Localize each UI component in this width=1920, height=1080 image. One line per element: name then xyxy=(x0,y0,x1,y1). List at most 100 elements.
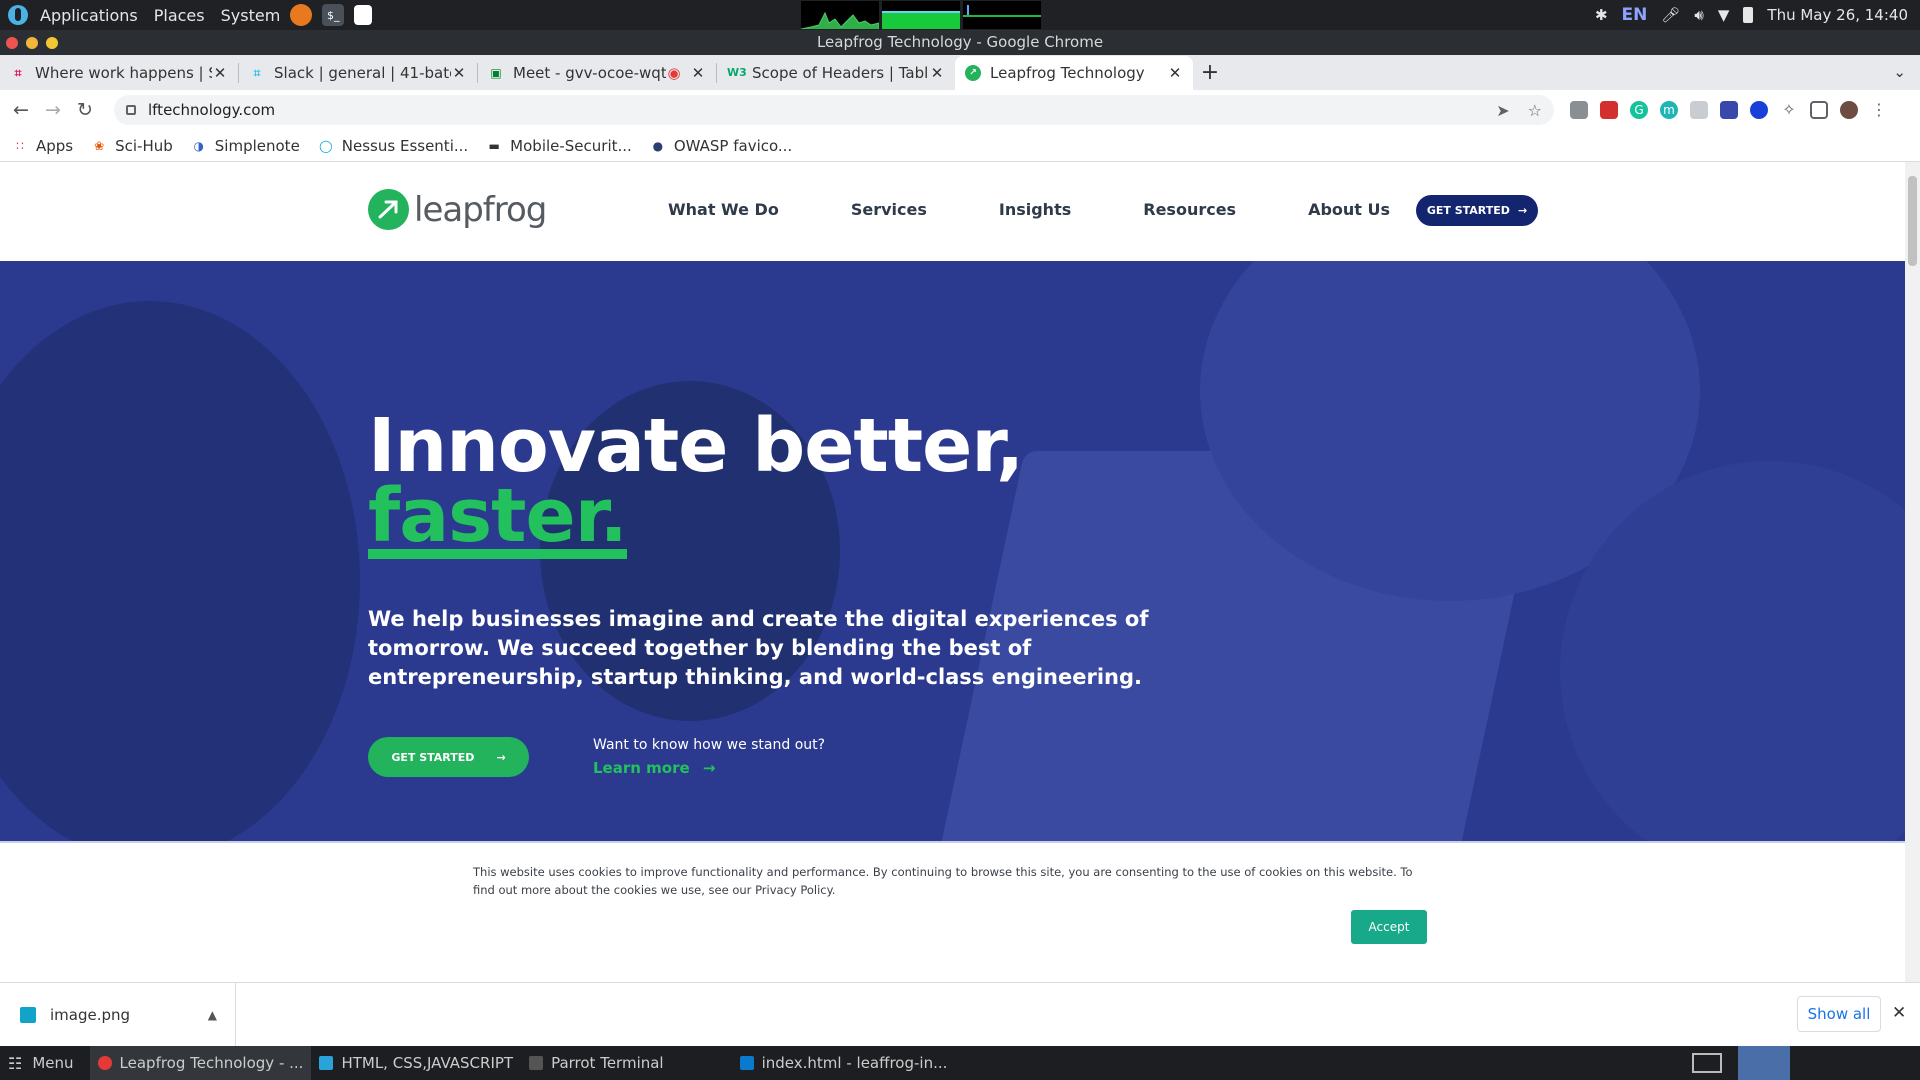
nav-resources[interactable]: Resources xyxy=(1143,200,1236,219)
bookmark-nessus[interactable]: ◯ Nessus Essenti... xyxy=(318,137,468,155)
reload-icon[interactable]: ↻ xyxy=(70,95,100,125)
learn-more-link[interactable]: Learn more → xyxy=(593,759,825,777)
window-title: Leapfrog Technology - Google Chrome xyxy=(816,33,1104,51)
extension-icon[interactable] xyxy=(1600,101,1618,119)
workspace-switcher-icon[interactable] xyxy=(1692,1053,1722,1073)
chrome-tray-icon[interactable] xyxy=(1738,1046,1790,1080)
taskbar-item-terminal[interactable]: Parrot Terminal xyxy=(521,1046,672,1080)
forward-icon[interactable]: → xyxy=(38,95,68,125)
logo-wordmark: leapfrog xyxy=(414,189,547,230)
taskbar-item-folder[interactable]: HTML, CSS,JAVASCRIPT xyxy=(311,1046,521,1080)
os-top-panel: Applications Places System $_ ✱ EN 🎤︎ 🔊︎… xyxy=(0,0,1920,30)
url-text[interactable]: lftechnology.com xyxy=(148,101,275,119)
microphone-icon[interactable]: 🎤︎ xyxy=(1661,6,1680,24)
back-icon[interactable]: ← xyxy=(6,95,36,125)
scrollbar-thumb[interactable] xyxy=(1908,176,1917,266)
close-tab-icon[interactable]: ✕ xyxy=(690,64,706,82)
arrow-right-icon: → xyxy=(496,750,506,764)
profile-avatar[interactable] xyxy=(1840,101,1858,119)
os-status-area: ✱ EN 🎤︎ 🔊︎ ▼ Thu May 26, 14:40 xyxy=(1595,0,1908,30)
nav-what-we-do[interactable]: What We Do xyxy=(668,200,779,219)
menu-kebab-icon[interactable]: ⋮ xyxy=(1870,101,1888,119)
vscode-icon xyxy=(739,1056,754,1070)
hero-description: We help businesses imagine and create th… xyxy=(368,607,1149,689)
bookmark-mobsf[interactable]: ▬ Mobile-Securit... xyxy=(486,137,632,155)
nav-insights[interactable]: Insights xyxy=(999,200,1071,219)
send-tab-icon[interactable]: ➤ xyxy=(1496,101,1509,120)
text-editor-launcher-icon[interactable] xyxy=(354,5,373,25)
hero-title-accent: faster. xyxy=(368,473,628,559)
header-get-started-button[interactable]: GET STARTED → xyxy=(1416,195,1538,226)
parrot-logo-icon[interactable] xyxy=(8,5,28,25)
bookmark-apps[interactable]: ∷ Apps xyxy=(12,137,73,155)
tab-leapfrog[interactable]: ↗ Leapfrog Technology ✕ xyxy=(955,56,1193,90)
new-tab-button[interactable]: + xyxy=(1193,56,1227,90)
download-item[interactable]: image.png ▲ xyxy=(0,983,236,1047)
lock-icon[interactable] xyxy=(126,105,136,115)
taskbar-item-chrome[interactable]: Leapfrog Technology - ... xyxy=(89,1046,312,1080)
page-viewport: leapfrog What We Do Services Insights Re… xyxy=(0,162,1920,982)
extension-icon[interactable]: m xyxy=(1660,101,1678,119)
close-tab-icon[interactable]: ✕ xyxy=(212,64,228,82)
chevron-up-icon[interactable]: ▲ xyxy=(208,1008,217,1022)
start-menu-button[interactable]: ☷ Menu xyxy=(0,1046,82,1080)
leapfrog-logo[interactable]: leapfrog xyxy=(368,189,547,230)
system-menu[interactable]: System xyxy=(221,6,281,25)
extension-icon[interactable] xyxy=(1690,101,1708,119)
extension-icon[interactable] xyxy=(1720,101,1738,119)
close-tab-icon[interactable]: ✕ xyxy=(929,64,945,82)
extensions-puzzle-icon[interactable]: ✧ xyxy=(1780,101,1798,119)
browser-toolbar: ← → ↻ lftechnology.com ➤ ☆ G m ✧ ⋮ xyxy=(0,90,1920,130)
terminal-launcher-icon[interactable]: $_ xyxy=(322,4,345,26)
firefox-launcher-icon[interactable] xyxy=(290,4,313,26)
arrow-right-icon: → xyxy=(1517,204,1528,217)
tab-search-chevron-icon[interactable]: ⌄ xyxy=(1893,63,1906,81)
volume-icon[interactable]: 🔊︎ xyxy=(1694,6,1703,24)
site-header: leapfrog What We Do Services Insights Re… xyxy=(0,162,1905,261)
bookmark-star-icon[interactable]: ☆ xyxy=(1528,101,1542,120)
bluetooth-icon[interactable]: ✱ xyxy=(1595,6,1608,24)
owasp-icon: ● xyxy=(652,138,664,153)
taskbar-item-vscode[interactable]: index.html - leaffrog-in... xyxy=(732,1046,956,1080)
wifi-icon[interactable]: ▼ xyxy=(1718,6,1730,24)
side-panel-icon[interactable] xyxy=(1810,101,1828,119)
bookmark-owasp[interactable]: ● OWASP favico... xyxy=(650,137,793,155)
close-icon[interactable]: ✕ xyxy=(1892,1003,1906,1023)
places-menu[interactable]: Places xyxy=(154,6,205,25)
tab-w3schools[interactable]: W3 Scope of Headers | Tables ✕ xyxy=(717,56,955,90)
minimize-window-icon[interactable] xyxy=(26,37,38,49)
extension-icon[interactable] xyxy=(1570,101,1588,119)
battery-icon[interactable] xyxy=(1743,7,1754,23)
tab-slack-home[interactable]: ⌗ Where work happens | Sla ✕ xyxy=(0,56,238,90)
clock[interactable]: Thu May 26, 14:40 xyxy=(1767,6,1908,24)
nav-about-us[interactable]: About Us xyxy=(1308,200,1390,219)
meet-icon: ▣ xyxy=(490,66,502,80)
applications-menu[interactable]: Applications xyxy=(40,6,138,25)
cpu-graph xyxy=(801,1,879,29)
hero-get-started-button[interactable]: GET STARTED → xyxy=(368,737,529,777)
memory-graph xyxy=(882,1,960,29)
hero-photo-shape xyxy=(0,301,360,841)
stand-out-text: Want to know how we stand out? xyxy=(593,737,826,753)
apps-grid-icon: ∷ xyxy=(16,138,24,153)
close-tab-icon[interactable]: ✕ xyxy=(451,64,467,82)
accept-cookies-button[interactable]: Accept xyxy=(1351,910,1427,944)
bookmark-scihub[interactable]: ❀ Sci-Hub xyxy=(91,137,173,155)
tab-slack-general[interactable]: ⌗ Slack | general | 41-batch ✕ xyxy=(239,56,477,90)
keyboard-layout[interactable]: EN xyxy=(1622,5,1648,25)
address-bar[interactable]: lftechnology.com ➤ ☆ xyxy=(114,95,1554,125)
page-scrollbar[interactable] xyxy=(1905,162,1920,982)
extensions-area: G m ✧ ⋮ xyxy=(1570,101,1888,119)
bookmark-simplenote[interactable]: ◑ Simplenote xyxy=(191,137,300,155)
leapfrog-icon: ↗ xyxy=(965,65,981,81)
grammarly-icon[interactable]: G xyxy=(1630,101,1648,119)
extension-icon[interactable] xyxy=(1750,101,1768,119)
nav-services[interactable]: Services xyxy=(851,200,927,219)
taskbar: ☷ Menu Leapfrog Technology - ... HTML, C… xyxy=(0,1046,1920,1080)
maximize-window-icon[interactable] xyxy=(46,37,58,49)
arrow-right-icon: → xyxy=(702,759,716,777)
close-tab-icon[interactable]: ✕ xyxy=(1167,64,1183,82)
show-all-button[interactable]: Show all xyxy=(1797,996,1881,1032)
close-window-icon[interactable] xyxy=(6,37,18,49)
tab-meet[interactable]: ▣ Meet - gvv-ocoe-wqt ◉ ✕ xyxy=(478,56,716,90)
